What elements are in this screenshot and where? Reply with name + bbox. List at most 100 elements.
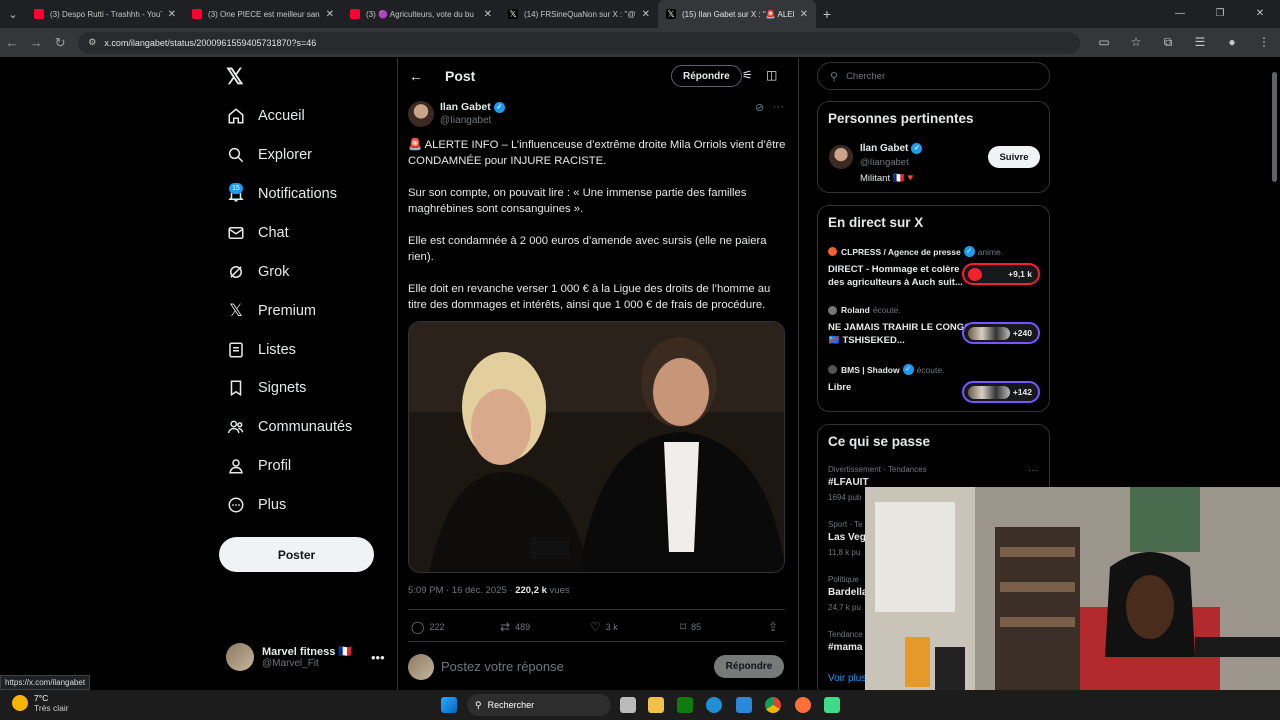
account-handle: @Marvel_Fit (262, 658, 319, 669)
close-icon[interactable]: ✕ (168, 9, 176, 20)
account-name: Marvel fitness 🇫🇷 (262, 646, 353, 658)
webcam-overlay (865, 487, 1280, 698)
more-icon[interactable]: ••• (371, 650, 385, 665)
filter-icon[interactable]: ⚟ (742, 68, 753, 82)
trend-name[interactable]: #LFAUIT (828, 477, 869, 488)
relevant-name[interactable]: Ilan Gabet ✓ (860, 143, 923, 154)
more-icon[interactable]: ··· (1028, 465, 1038, 476)
browser-tab[interactable]: 𝕏 (14) FRSineQuaNon sur X : "@T ✕ (500, 0, 658, 28)
tab-title: (3) One PIECE est meilleur sans (208, 9, 320, 19)
close-icon[interactable]: ✕ (642, 9, 650, 20)
nav-profile[interactable]: Profil (226, 451, 291, 481)
back-arrow-icon[interactable]: ← (409, 68, 423, 84)
post-image[interactable] (408, 321, 785, 573)
trend-category: Divertissement · Tendances (828, 465, 927, 474)
share-action[interactable]: ⇪ (768, 620, 783, 634)
like-action[interactable]: ♡ 3 k (590, 620, 618, 634)
see-more-link[interactable]: Voir plus (828, 673, 866, 684)
post-timestamp[interactable]: 5:09 PM · 16 déc. 2025 · (408, 585, 515, 596)
scrollbar-thumb[interactable] (1272, 72, 1277, 182)
minimize-icon[interactable]: — (1160, 0, 1200, 28)
trend-name[interactable]: Bardella (828, 587, 867, 598)
taskbar-search[interactable]: ⚲ Rechercher (467, 694, 611, 716)
menu-icon[interactable]: ⋮ (1248, 35, 1280, 50)
bookmark-action[interactable]: ⌑ 85 (680, 620, 701, 634)
app-icon[interactable] (824, 697, 840, 713)
live-listeners-pill[interactable]: +240 (962, 322, 1040, 344)
account-switcher[interactable]: Marvel fitness 🇫🇷 @Marvel_Fit (226, 643, 352, 671)
browser-tab[interactable]: (3) Despo Rutti - Trashhh - YouT ✕ (26, 0, 184, 28)
host-avatar (828, 365, 837, 374)
nav-bookmarks[interactable]: Signets (226, 373, 306, 403)
follow-button[interactable]: Suivre (988, 146, 1040, 168)
forward-icon[interactable]: → (24, 35, 48, 50)
close-icon[interactable]: ✕ (800, 9, 808, 20)
x-logo[interactable]: 𝕏 (226, 64, 244, 90)
xbox-icon[interactable] (677, 697, 693, 713)
star-icon[interactable]: ☆ (1120, 35, 1152, 50)
nav-communities[interactable]: Communautés (226, 412, 352, 442)
reply-action[interactable]: ◯ 222 (411, 620, 444, 634)
nav-premium[interactable]: 𝕏 Premium (226, 296, 316, 326)
reply-input[interactable]: Postez votre réponse (441, 659, 564, 674)
avatar[interactable] (829, 145, 853, 169)
reply-submit-button[interactable]: Répondre (714, 655, 784, 678)
store-icon[interactable] (736, 697, 752, 713)
trend-name[interactable]: #mama (828, 642, 862, 653)
nav-chat[interactable]: Chat (226, 218, 289, 248)
reader-icon[interactable]: ◫ (766, 68, 777, 82)
close-window-icon[interactable]: ✕ (1240, 0, 1280, 28)
nav-home[interactable]: Accueil (226, 101, 305, 131)
live-title[interactable]: NE JAMAIS TRAHIR LE CONGO 🇨🇩 TSHISEKED..… (828, 321, 973, 347)
x-icon: 𝕏 (229, 301, 243, 320)
live-listeners-pill[interactable]: +9,1 k (962, 263, 1040, 285)
repost-action[interactable]: ⇄ 489 (500, 620, 530, 634)
weather-widget[interactable]: 7°C Très clair (12, 693, 69, 713)
nav-lists[interactable]: Listes (226, 335, 296, 365)
nav-more[interactable]: Plus (226, 490, 286, 520)
url-field[interactable]: ⚙ x.com/ilangabet/status/200096155940573… (78, 31, 1080, 54)
chrome-icon[interactable] (765, 697, 781, 713)
more-icon[interactable]: ··· (773, 101, 784, 113)
live-title[interactable]: DIRECT - Hommage et colère des agriculte… (828, 263, 973, 289)
reading-list-icon[interactable]: ☰ (1184, 35, 1216, 50)
avatar[interactable] (408, 101, 434, 127)
browser-tab-active[interactable]: 𝕏 (15) Ilan Gabet sur X : "🚨 ALER ✕ (658, 0, 816, 28)
edge-icon[interactable] (706, 697, 722, 713)
new-tab-button[interactable]: + (816, 6, 838, 22)
nav-grok[interactable]: Grok (226, 257, 289, 287)
live-listeners-pill[interactable]: +142 (962, 381, 1040, 403)
firefox-icon[interactable] (795, 697, 811, 713)
search-input[interactable]: ⚲ Chercher (817, 62, 1050, 90)
file-explorer-icon[interactable] (648, 697, 664, 713)
author-handle[interactable]: @Iiangabet (440, 115, 491, 126)
back-icon[interactable]: ← (0, 35, 24, 50)
profile-icon[interactable]: ● (1216, 35, 1248, 50)
post-button[interactable]: Poster (219, 537, 374, 572)
cast-icon[interactable]: ▭ (1088, 35, 1120, 50)
browser-tab[interactable]: (3) One PIECE est meilleur sans ✕ (184, 0, 342, 28)
windows-start-icon[interactable] (441, 697, 457, 713)
task-view-icon[interactable] (620, 697, 636, 713)
reply-button-header[interactable]: Répondre (671, 65, 742, 87)
browser-tab[interactable]: (3) 🟣 Agriculteurs, vote du bu ✕ (342, 0, 500, 28)
author-name[interactable]: Ilan Gabet ✓ (440, 101, 505, 113)
url-text: x.com/ilangabet/status/20009615594057318… (104, 37, 317, 48)
reload-icon[interactable]: ↻ (48, 35, 72, 51)
extensions-icon[interactable]: ⧉ (1152, 35, 1184, 50)
views-label: vues (546, 585, 570, 596)
nav-explore[interactable]: Explorer (226, 140, 312, 170)
grok-icon[interactable]: ⊘ (755, 101, 764, 114)
tab-list-button[interactable]: ⌄ (0, 0, 26, 28)
live-title[interactable]: Libre (828, 381, 973, 394)
taskbar: 7°C Très clair ⚲ Rechercher (0, 690, 1280, 720)
live-card: En direct sur X CLPRESS / Agence de pres… (817, 205, 1050, 412)
relevant-bio: Militant 🇫🇷🔻 (860, 173, 917, 184)
close-icon[interactable]: ✕ (484, 9, 492, 20)
maximize-icon[interactable]: ❐ (1200, 0, 1240, 28)
site-info-icon[interactable]: ⚙ (88, 37, 96, 48)
trend-name[interactable]: Las Veg (828, 532, 866, 543)
weather-text: Très clair (34, 703, 69, 713)
nav-notifications[interactable]: Notifications (226, 179, 337, 209)
close-icon[interactable]: ✕ (326, 9, 334, 20)
